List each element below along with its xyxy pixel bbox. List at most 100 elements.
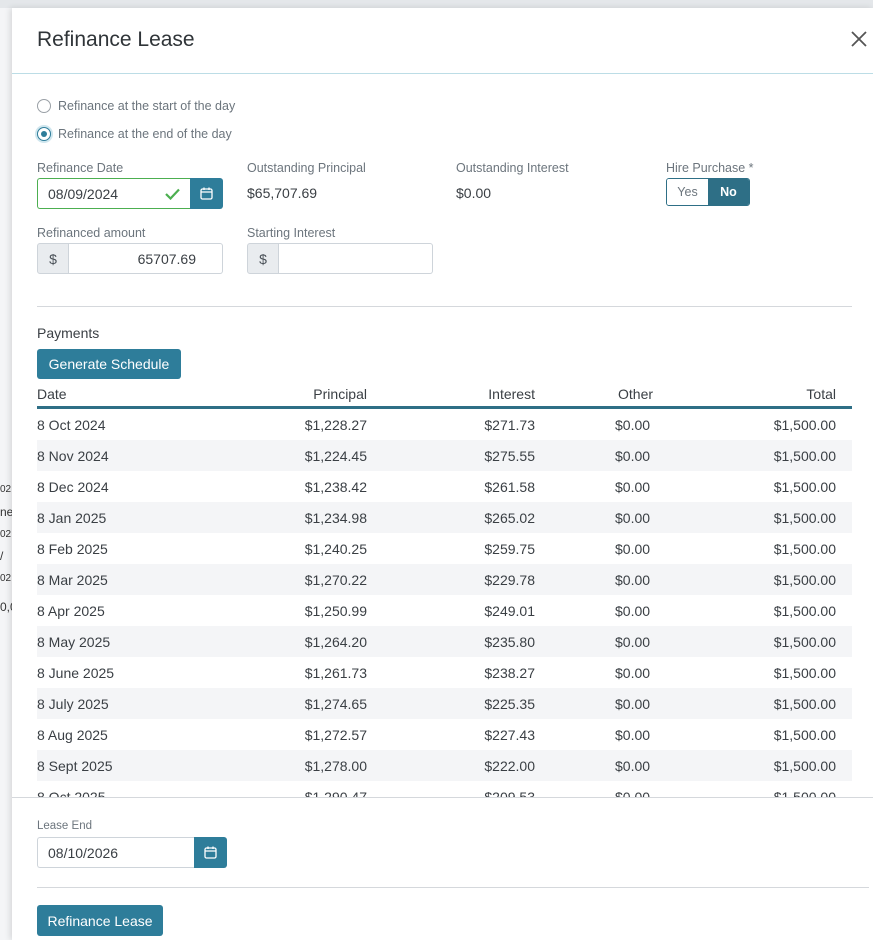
refinance-date-value: 08/09/2024: [48, 185, 119, 202]
cell-principal: $1,270.22: [304, 571, 367, 588]
table-row: 8 Sept 2025 $1,278.00 $222.00 $0.00 $1,500.0…: [37, 750, 852, 781]
payments-heading: Payments: [37, 325, 100, 341]
radio-refinance-start[interactable]: Refinance at the start of the day: [37, 99, 235, 113]
cell-date: 8 Mar 2025: [37, 571, 108, 588]
cell-principal: $1,224.45: [304, 447, 367, 464]
cell-interest: $229.78: [484, 571, 535, 588]
radio-button[interactable]: [37, 99, 51, 113]
calendar-icon: [204, 846, 217, 859]
cell-principal: $1,250.99: [304, 602, 367, 619]
cell-other: $0.00: [615, 633, 651, 650]
cell-total: $1,500.00: [773, 416, 836, 433]
column-header-interest: Interest: [488, 386, 535, 402]
section-divider: [37, 306, 852, 307]
radio-label: Refinance at the end of the day: [58, 127, 232, 141]
radio-button-checked[interactable]: [37, 127, 51, 141]
cell-date: 8 Oct 2024: [37, 416, 106, 433]
cell-principal: $1,278.00: [304, 757, 367, 774]
currency-prefix: $: [37, 243, 69, 274]
cell-total: $1,500.00: [773, 726, 836, 743]
table-row: 8 June 2025 $1,261.73 $238.27 $0.00 $1,500.0…: [37, 657, 852, 688]
refinance-lease-button[interactable]: Refinance Lease: [37, 905, 163, 936]
cell-other: $0.00: [615, 509, 651, 526]
table-row: 8 Oct 2024 $1,228.27 $271.73 $0.00 $1,500.00: [37, 409, 852, 440]
close-icon[interactable]: [848, 28, 870, 50]
cell-other: $0.00: [615, 664, 651, 681]
cell-total: $1,500.00: [773, 571, 836, 588]
cell-principal: $1,238.42: [304, 478, 367, 495]
cell-interest: $271.73: [484, 416, 535, 433]
calendar-button[interactable]: [190, 178, 223, 209]
cell-date: 8 July 2025: [37, 695, 109, 712]
column-header-total: Total: [806, 386, 836, 402]
cell-date: 8 Sept 2025: [37, 757, 113, 774]
table-row: 8 Aug 2025 $1,272.57 $227.43 $0.00 $1,500.00: [37, 719, 852, 750]
cell-interest: $235.80: [484, 633, 535, 650]
cell-interest: $275.55: [484, 447, 535, 464]
cell-date: 8 Feb 2025: [37, 540, 108, 557]
cell-date: 8 May 2025: [37, 633, 111, 650]
modal-header: Refinance Lease: [12, 8, 873, 74]
hire-purchase-yes-button[interactable]: Yes: [667, 179, 708, 205]
refinanced-amount-field: $ 65707.69: [37, 243, 223, 274]
column-header-other: Other: [618, 386, 654, 402]
lease-end-value: 08/10/2026: [48, 844, 119, 861]
generate-schedule-button[interactable]: Generate Schedule: [37, 349, 181, 379]
cell-total: $1,500.00: [773, 540, 836, 557]
cell-interest: $238.27: [484, 664, 535, 681]
outstanding-principal-label: Outstanding Principal: [247, 161, 366, 175]
cell-principal: $1,261.73: [304, 664, 367, 681]
hire-purchase-label: Hire Purchase *: [666, 161, 754, 175]
column-header-date: Date: [37, 386, 67, 402]
cell-other: $0.00: [615, 695, 651, 712]
cell-date: 8 Jan 2025: [37, 509, 107, 526]
cell-interest: $222.00: [484, 757, 535, 774]
cell-interest: $259.75: [484, 540, 535, 557]
cell-principal: $1,264.20: [304, 633, 367, 650]
cell-principal: $1,240.25: [304, 540, 367, 557]
column-header-principal: Principal: [313, 386, 367, 402]
starting-interest-input[interactable]: [279, 243, 433, 274]
refinance-date-input[interactable]: 08/09/2024: [37, 178, 190, 209]
table-row: 8 Apr 2025 $1,250.99 $249.01 $0.00 $1,500.00: [37, 595, 852, 626]
cell-other: $0.00: [615, 447, 651, 464]
cell-other: $0.00: [615, 416, 651, 433]
cell-other: $0.00: [615, 757, 651, 774]
cell-date: 8 June 2025: [37, 664, 115, 681]
cell-total: $1,500.00: [773, 695, 836, 712]
radio-refinance-end[interactable]: Refinance at the end of the day: [37, 127, 232, 141]
cell-total: $1,500.00: [773, 664, 836, 681]
starting-interest-label: Starting Interest: [247, 226, 336, 240]
cell-date: 8 Nov 2024: [37, 447, 109, 464]
hire-purchase-no-button[interactable]: No: [708, 179, 749, 205]
table-body: 8 Oct 2024 $1,228.27 $271.73 $0.00 $1,500.00…: [37, 409, 852, 798]
calendar-button[interactable]: [194, 837, 227, 868]
cell-interest: $227.43: [484, 726, 535, 743]
lease-end-input[interactable]: 08/10/2026: [37, 837, 194, 868]
cell-other: $0.00: [615, 726, 651, 743]
cell-date: 8 Apr 2025: [37, 602, 105, 619]
cell-total: $1,500.00: [773, 602, 836, 619]
currency-prefix: $: [247, 243, 279, 274]
lease-end-label: Lease End: [37, 820, 92, 832]
cell-date: 8 Aug 2025: [37, 726, 108, 743]
cell-principal: $1,234.98: [304, 509, 367, 526]
outstanding-interest-value: $0.00: [456, 185, 492, 201]
table-row: 8 Feb 2025 $1,240.25 $259.75 $0.00 $1,500.00: [37, 533, 852, 564]
cell-other: $0.00: [615, 478, 651, 495]
check-icon: [165, 188, 180, 200]
refinance-date-picker: 08/09/2024: [37, 178, 223, 209]
radio-label: Refinance at the start of the day: [58, 99, 236, 113]
refinance-date-label: Refinance Date: [37, 161, 124, 175]
calendar-icon: [200, 187, 213, 200]
table-row: 8 Jan 2025 $1,234.98 $265.02 $0.00 $1,500.00: [37, 502, 852, 533]
cell-total: $1,500.00: [773, 633, 836, 650]
lease-end-picker: 08/10/2026: [37, 837, 227, 868]
cell-date: 8 Dec 2024: [37, 478, 109, 495]
cell-interest: $225.35: [484, 695, 535, 712]
hire-purchase-toggle: Yes No: [666, 178, 750, 206]
refinance-lease-modal: Refinance Lease Refinance at the start o…: [12, 8, 873, 940]
table-row: 8 Nov 2024 $1,224.45 $275.55 $0.00 $1,500.00: [37, 440, 852, 471]
refinanced-amount-input[interactable]: 65707.69: [69, 243, 223, 274]
footer-divider: [12, 797, 873, 798]
